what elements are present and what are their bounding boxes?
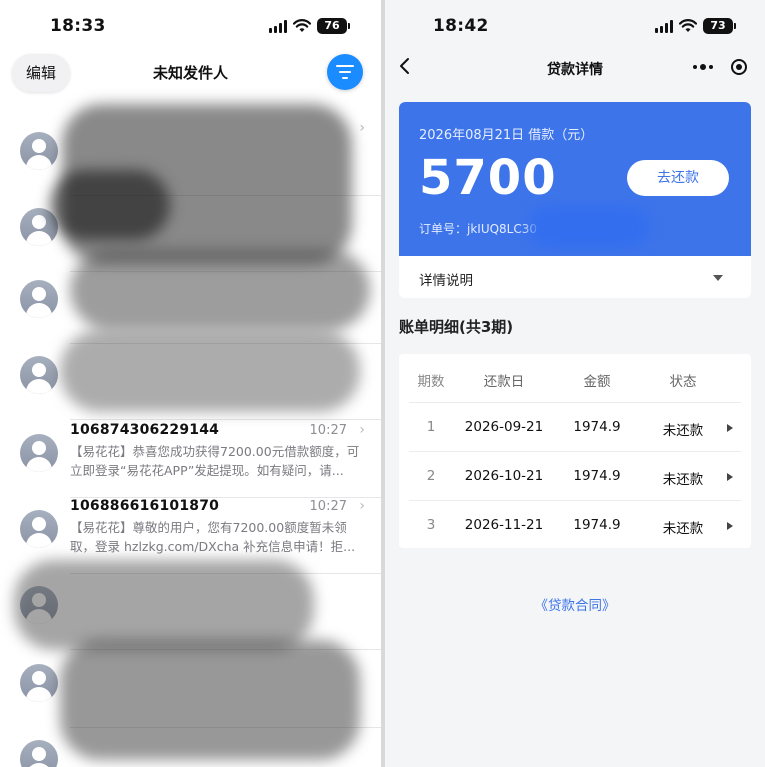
message-row[interactable] <box>0 344 381 420</box>
table-row[interactable]: 3 2026-11-21 1974.9 未还款 <box>399 501 751 550</box>
period-cell: 2 <box>426 468 436 484</box>
signal-icon <box>655 19 673 33</box>
due-date-cell: 2026-09-21 <box>464 419 544 435</box>
amount-cell: 1974.9 <box>573 468 621 484</box>
loan-contract-link[interactable]: 《贷款合同》 <box>385 594 765 614</box>
message-time: 10:27 <box>309 423 347 438</box>
message-row[interactable] <box>0 196 381 272</box>
avatar <box>20 356 58 394</box>
table-row[interactable]: 1 2026-09-21 1974.9 未还款 <box>399 403 751 452</box>
status-cell: 未还款 <box>662 521 704 537</box>
table-row[interactable]: 2 2026-10-21 1974.9 未还款 <box>399 452 751 501</box>
avatar <box>20 664 58 702</box>
message-row[interactable]: › <box>0 120 381 196</box>
column-header: 期数 <box>417 374 445 390</box>
message-row[interactable] <box>0 728 381 767</box>
avatar <box>20 740 58 767</box>
status-bar: 18:33 76 <box>0 0 381 52</box>
loan-summary-card: 2026年08月21日 借款（元） 5700 去还款 订单号：jkIUQ8LC3… <box>399 102 751 298</box>
page-title: 未知发件人 <box>152 64 228 82</box>
caret-down-icon <box>713 275 723 281</box>
status-cell: 未还款 <box>662 472 704 488</box>
table-header-row: 期数 还款日 金额 状态 <box>399 354 751 403</box>
status-icons: 73 <box>655 18 736 34</box>
message-sender: 106874306229144 <box>70 422 220 438</box>
due-date-cell: 2026-11-21 <box>464 517 544 533</box>
details-expander[interactable]: 详情说明 <box>399 256 751 298</box>
more-icon[interactable] <box>693 64 713 70</box>
column-header: 还款日 <box>483 374 525 390</box>
period-cell: 3 <box>426 517 436 533</box>
repay-button[interactable]: 去还款 <box>627 160 729 196</box>
amount-cell: 1974.9 <box>573 517 621 533</box>
column-header: 状态 <box>669 374 697 390</box>
bill-heading: 账单明细(共3期) <box>399 318 514 336</box>
period-cell: 1 <box>426 419 436 435</box>
message-row[interactable] <box>0 652 381 728</box>
avatar <box>20 132 58 170</box>
bill-table: 期数 还款日 金额 状态 1 2026-09-21 1974.9 未还款 2 2… <box>399 354 751 548</box>
triangle-right-icon <box>727 424 733 432</box>
avatar <box>20 586 58 624</box>
avatar <box>20 208 58 246</box>
order-number: 订单号：jkIUQ8LC30 <box>419 222 538 236</box>
chevron-right-icon: › <box>359 120 365 136</box>
loan-details-screen: 18:42 73 贷款详情 2026年08月21日 借款（元） 5700 去还款… <box>385 0 765 767</box>
message-preview: 【易花花】尊敬的用户，您有7200.00额度暂未领取，登录 hzlzkg.com… <box>70 520 356 554</box>
message-row[interactable]: 106874306229144 10:27 › 【易花花】恭喜您成功获得7200… <box>0 422 381 498</box>
signal-icon <box>269 19 287 33</box>
battery-icon: 73 <box>703 18 736 34</box>
amount-cell: 1974.9 <box>573 419 621 435</box>
message-row[interactable]: 106886616101870 10:27 › 【易花花】尊敬的用户，您有720… <box>0 498 381 574</box>
chevron-right-icon: › <box>359 422 365 438</box>
redaction-scribble <box>529 207 649 247</box>
wifi-icon <box>293 19 311 32</box>
loan-amount: 5700 <box>419 150 557 206</box>
status-cell: 未还款 <box>662 423 704 439</box>
battery-icon: 76 <box>317 18 350 34</box>
message-row[interactable] <box>0 268 381 344</box>
avatar <box>20 280 58 318</box>
close-miniprogram-icon[interactable] <box>731 59 747 75</box>
loan-card-header: 2026年08月21日 借款（元） 5700 去还款 订单号：jkIUQ8LC3… <box>399 102 751 256</box>
chevron-right-icon: › <box>359 498 365 514</box>
message-preview: 【易花花】恭喜您成功获得7200.00元借款额度，可立即登录“易花花APP”发起… <box>70 444 360 478</box>
status-time: 18:42 <box>433 16 489 36</box>
filter-button[interactable] <box>327 54 363 90</box>
avatar <box>20 434 58 472</box>
status-icons: 76 <box>269 18 350 34</box>
messages-nav-bar: 编辑 未知发件人 <box>0 50 381 96</box>
avatar <box>20 510 58 548</box>
loan-date-label: 2026年08月21日 借款（元） <box>419 128 594 143</box>
triangle-right-icon <box>727 522 733 530</box>
filter-icon <box>336 65 354 79</box>
wifi-icon <box>679 19 697 32</box>
status-bar: 18:42 73 <box>385 0 765 52</box>
message-time: 10:27 <box>309 499 347 514</box>
loan-nav-bar: 贷款详情 <box>385 50 765 86</box>
mini-program-capsule <box>683 54 753 80</box>
messages-screen: 18:33 76 编辑 未知发件人 › 106874306229144 10:2… <box>0 0 381 767</box>
status-time: 18:33 <box>50 16 106 36</box>
message-sender: 106886616101870 <box>70 498 220 514</box>
column-header: 金额 <box>583 374 611 390</box>
message-row[interactable] <box>0 574 381 650</box>
details-label: 详情说明 <box>419 273 473 289</box>
due-date-cell: 2026-10-21 <box>464 468 544 484</box>
triangle-right-icon <box>727 473 733 481</box>
